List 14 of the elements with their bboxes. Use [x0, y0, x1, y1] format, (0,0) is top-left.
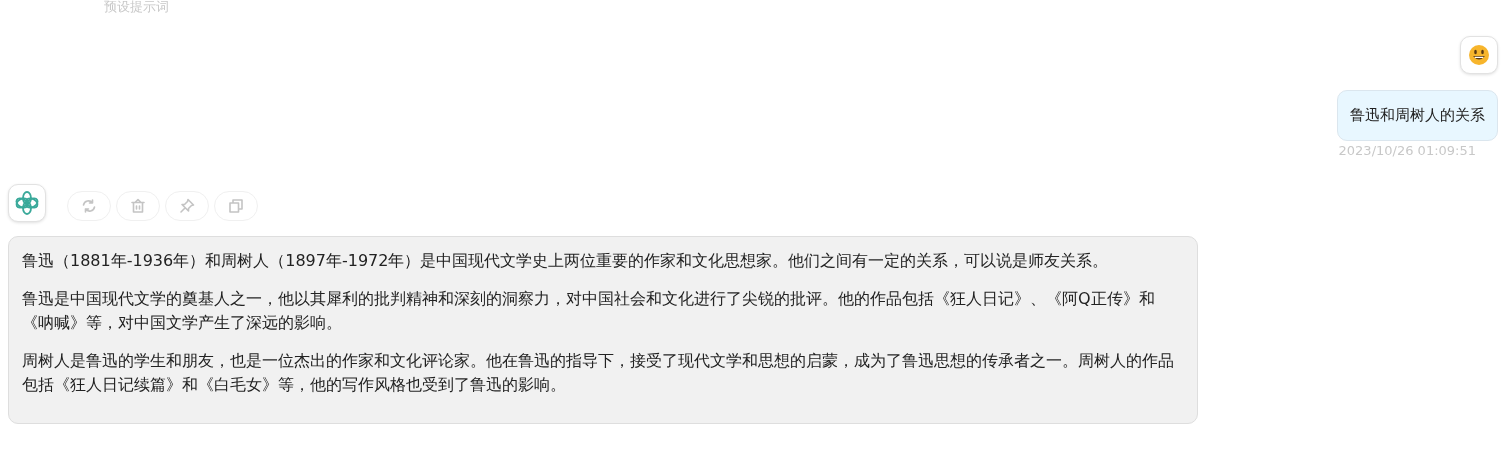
pin-icon: [178, 197, 196, 215]
delete-icon: [129, 197, 147, 215]
message-paragraph: 鲁迅（1881年-1936年）和周树人（1897年-1972年）是中国现代文学史上两位重要的作家和文化思想家。他们之间有一定的关系，可以说是师友关系。: [22, 250, 1110, 272]
copy-button[interactable]: [214, 191, 258, 221]
copy-icon: [227, 197, 245, 215]
user-message: 鲁迅和周树人的关系: [1337, 90, 1498, 141]
refresh-icon: [80, 197, 98, 215]
flower-knot-icon: [14, 190, 40, 216]
delete-button[interactable]: [116, 191, 160, 221]
message-paragraph: 鲁迅是中国现代文学的奠基人之一，他以其犀利的批判精神和深刻的洞察力，对中国社会和文化进行了尖锐的批评。他的作品包括《狂人日记》、《阿Q正传》和《呐喊》等，对中国文学产生了深远的影响。: [22, 288, 1156, 334]
smiley-icon: [1468, 44, 1490, 66]
pin-button[interactable]: [165, 191, 209, 221]
refresh-button[interactable]: [67, 191, 111, 221]
message-paragraph: 周树人是鲁迅的学生和朋友，也是一位杰出的作家和文化评论家。他在鲁迅的指导下，接受了现代文学和思想的启蒙，成为了鲁迅思想的传承者之一。周树人的作品包括《狂人日记续篇》和《白毛女》等，他的写作风格也受到了鲁迅的影响。: [22, 350, 1175, 396]
